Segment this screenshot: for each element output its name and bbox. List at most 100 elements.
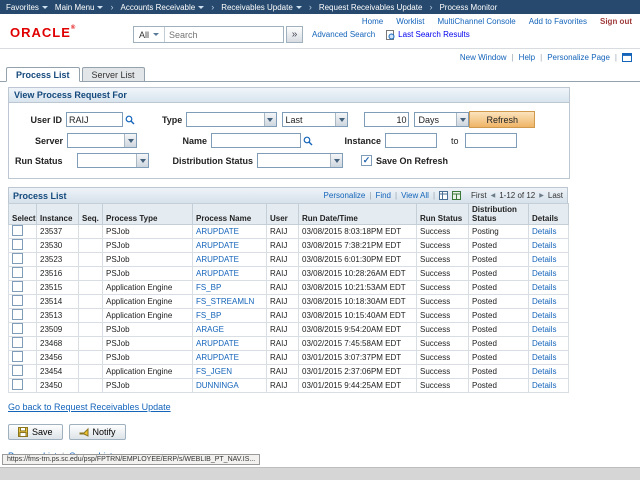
unit-dropdown[interactable]: Days	[414, 112, 469, 127]
user-id-lookup-icon[interactable]	[125, 115, 135, 125]
process-name-link[interactable]: ARUPDATE	[196, 227, 239, 236]
tab-server-list[interactable]: Server List	[82, 67, 145, 81]
home-link[interactable]: Home	[362, 17, 383, 26]
process-name-link[interactable]: FS_STREAMLN	[196, 297, 254, 306]
process-name-link[interactable]: FS_BP	[196, 283, 221, 292]
type-dropdown[interactable]	[186, 112, 276, 127]
personalize-page-link[interactable]: Personalize Page	[547, 53, 610, 62]
details-link[interactable]: Details	[532, 381, 556, 390]
details-link[interactable]: Details	[532, 325, 556, 334]
row-select-checkbox[interactable]	[12, 239, 23, 250]
personalize-link[interactable]: Personalize	[324, 191, 366, 200]
favorites-menu[interactable]: Favorites	[6, 3, 48, 12]
distribution-status-dropdown[interactable]	[257, 153, 343, 168]
row-select-checkbox[interactable]	[12, 337, 23, 348]
seq-cell	[79, 351, 103, 365]
process-name-link[interactable]: ARUPDATE	[196, 241, 239, 250]
breadcrumb-accounts-receivable[interactable]: Accounts Receivable	[120, 3, 204, 12]
search-scope-dropdown[interactable]: All	[134, 27, 165, 42]
zoom-grid-icon[interactable]	[439, 191, 448, 200]
row-select-checkbox[interactable]	[12, 253, 23, 264]
process-name-link[interactable]: ARUPDATE	[196, 339, 239, 348]
last-search-results[interactable]: Last Search Results	[386, 30, 470, 40]
instance-cell: 23450	[37, 379, 79, 393]
details-link[interactable]: Details	[532, 255, 556, 264]
run-status-cell: Success	[417, 351, 469, 365]
days-count-field[interactable]: 10	[364, 112, 409, 127]
run-status-cell: Success	[417, 281, 469, 295]
search-go-button[interactable]: »	[286, 26, 303, 43]
name-lookup-icon[interactable]	[303, 136, 313, 146]
seq-cell	[79, 253, 103, 267]
row-select-checkbox[interactable]	[12, 295, 23, 306]
process-name-link[interactable]: FS_BP	[196, 311, 221, 320]
process-name-link[interactable]: ARUPDATE	[196, 353, 239, 362]
last-search-results-link[interactable]: Last Search Results	[398, 30, 470, 39]
row-select-checkbox[interactable]	[12, 225, 23, 236]
run-datetime-cell: 03/08/2015 10:28:26AM EDT	[299, 267, 417, 281]
save-icon	[18, 427, 28, 437]
row-select-checkbox[interactable]	[12, 309, 23, 320]
breadcrumb-receivables-update[interactable]: Receivables Update	[221, 3, 302, 12]
process-name-link[interactable]: DUNNINGA	[196, 381, 239, 390]
main-menu[interactable]: Main Menu	[55, 3, 104, 12]
view-all-link[interactable]: View All	[401, 191, 429, 200]
details-link[interactable]: Details	[532, 353, 556, 362]
paging-last-label[interactable]: Last	[548, 191, 563, 200]
seq-cell	[79, 225, 103, 239]
download-to-excel-icon[interactable]	[452, 191, 461, 200]
row-select-checkbox[interactable]	[12, 351, 23, 362]
go-back-link[interactable]: Go back to Request Receivables Update	[8, 402, 171, 412]
instance-from-field[interactable]	[385, 133, 437, 148]
details-link[interactable]: Details	[532, 339, 556, 348]
new-window-link[interactable]: New Window	[460, 53, 507, 62]
user-cell: RAIJ	[267, 281, 299, 295]
details-link[interactable]: Details	[532, 297, 556, 306]
details-link[interactable]: Details	[532, 311, 556, 320]
row-select-checkbox[interactable]	[12, 267, 23, 278]
server-dropdown[interactable]	[67, 133, 137, 148]
worklist-link[interactable]: Worklist	[396, 17, 424, 26]
favorites-label: Favorites	[6, 3, 39, 12]
run-status-dropdown[interactable]	[77, 153, 149, 168]
details-link[interactable]: Details	[532, 283, 556, 292]
multichannel-console-link[interactable]: MultiChannel Console	[437, 17, 515, 26]
notify-button[interactable]: Notify	[69, 424, 126, 440]
add-to-favorites-link[interactable]: Add to Favorites	[529, 17, 587, 26]
row-select-checkbox[interactable]	[12, 379, 23, 390]
row-select-checkbox[interactable]	[12, 365, 23, 376]
process-name-link[interactable]: ARUPDATE	[196, 269, 239, 278]
col-user: User	[267, 204, 299, 225]
details-link[interactable]: Details	[532, 367, 556, 376]
refresh-button[interactable]: Refresh	[469, 111, 535, 128]
breadcrumb-process-monitor[interactable]: Process Monitor	[439, 3, 497, 12]
find-link[interactable]: Find	[375, 191, 391, 200]
instance-to-field[interactable]	[465, 133, 517, 148]
search-input[interactable]	[165, 27, 283, 42]
save-button[interactable]: Save	[8, 424, 63, 440]
page-next-icon[interactable]: ▶	[539, 192, 544, 199]
name-field[interactable]	[211, 133, 301, 148]
paging-first-label[interactable]: First	[471, 191, 487, 200]
advanced-search-link[interactable]: Advanced Search	[312, 30, 375, 39]
process-name-link[interactable]: ARAGE	[196, 325, 224, 334]
status-bar-url: https://fms-trn.ps.sc.edu/psp/FPTRN/EMPL…	[2, 454, 260, 465]
user-cell: RAIJ	[267, 253, 299, 267]
help-link[interactable]: Help	[519, 53, 535, 62]
save-on-refresh-checkbox[interactable]	[361, 155, 372, 166]
range-dropdown[interactable]: Last	[282, 112, 349, 127]
details-link[interactable]: Details	[532, 241, 556, 250]
page-previous-icon[interactable]: ◀	[491, 192, 496, 199]
row-select-checkbox[interactable]	[12, 323, 23, 334]
process-name-cell: FS_BP	[193, 281, 267, 295]
process-name-link[interactable]: FS_JGEN	[196, 367, 232, 376]
details-link[interactable]: Details	[532, 269, 556, 278]
sign-out-link[interactable]: Sign out	[600, 17, 632, 26]
row-select-checkbox[interactable]	[12, 281, 23, 292]
new-window-icon[interactable]	[622, 53, 632, 62]
details-link[interactable]: Details	[532, 227, 556, 236]
process-name-link[interactable]: ARUPDATE	[196, 255, 239, 264]
user-id-field[interactable]: RAIJ	[66, 112, 123, 127]
tab-process-list[interactable]: Process List	[6, 67, 80, 82]
breadcrumb-request-receivables-update[interactable]: Request Receivables Update	[319, 3, 423, 12]
